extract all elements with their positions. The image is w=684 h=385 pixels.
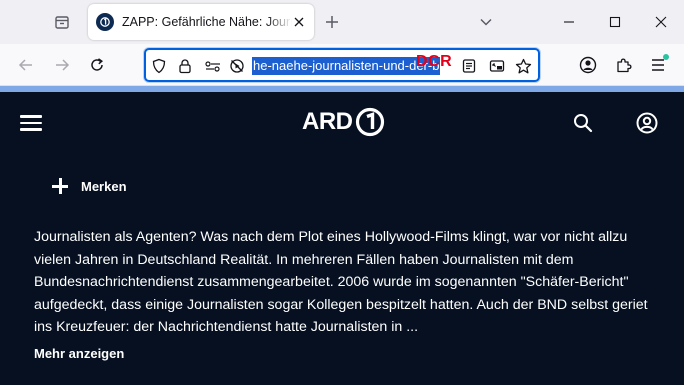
reload-icon — [91, 58, 104, 71]
show-more-link[interactable]: Mehr anzeigen — [34, 346, 124, 361]
app-menu-button[interactable] — [644, 51, 672, 79]
arrow-right-icon — [56, 59, 70, 71]
url-text-selected[interactable]: he-naehe-journalisten-und-der-b — [252, 57, 441, 75]
maximize-icon — [609, 16, 621, 28]
plus-icon — [326, 16, 338, 28]
tab-list-icon — [55, 16, 69, 29]
ard-favicon-icon — [96, 13, 114, 31]
bookmark-star-icon[interactable] — [514, 57, 532, 75]
tab-strip: ZAPP: Gefährliche Nähe: Journalisten und… — [0, 0, 684, 44]
extensions-button[interactable] — [610, 51, 638, 79]
autoplay-blocked-icon[interactable] — [228, 57, 246, 75]
account-icon — [579, 56, 597, 74]
reload-button[interactable] — [83, 51, 111, 79]
logo-text: ARD — [302, 108, 353, 135]
tab-title: ZAPP: Gefährliche Nähe: Journalisten und… — [122, 15, 292, 29]
window-minimize-button[interactable] — [546, 0, 592, 44]
puzzle-icon — [617, 58, 632, 73]
window-maximize-button[interactable] — [592, 0, 638, 44]
permissions-icon[interactable] — [204, 57, 222, 75]
user-icon — [636, 112, 658, 134]
reader-view-icon[interactable] — [460, 57, 478, 75]
show-description: Journalisten als Agenten? Was nach dem P… — [34, 229, 648, 336]
list-all-tabs-button[interactable] — [472, 8, 500, 36]
bookmark-label: Merken — [81, 178, 127, 194]
lock-icon[interactable] — [176, 57, 194, 75]
update-badge — [663, 54, 669, 60]
menu-bar — [20, 115, 42, 118]
back-button[interactable] — [12, 51, 40, 79]
ard-page: ARD Merken Journalisten als Agenten? Was… — [0, 92, 684, 385]
close-icon — [294, 17, 304, 27]
arrow-left-icon — [18, 59, 32, 71]
menu-bar — [20, 128, 42, 131]
picture-in-picture-icon[interactable] — [488, 57, 506, 75]
hamburger-menu-icon — [652, 59, 664, 71]
url-bar[interactable]: he-naehe-journalisten-und-der-b DCR — [144, 48, 540, 82]
browser-tab-active[interactable]: ZAPP: Gefährliche Nähe: Journalisten und… — [88, 4, 314, 40]
new-tab-button[interactable] — [318, 8, 346, 36]
tab-list-button[interactable] — [48, 8, 76, 36]
tracking-protection-shield-icon[interactable] — [150, 57, 168, 75]
window-close-button[interactable] — [638, 0, 684, 44]
url-overlay-label: DCR — [416, 53, 453, 70]
chevron-down-icon — [480, 18, 492, 26]
ard-logo[interactable]: ARD — [302, 104, 385, 140]
ard-one-logo-icon — [355, 107, 384, 137]
navigation-toolbar: he-naehe-journalisten-und-der-b DCR — [0, 44, 684, 86]
forward-button[interactable] — [48, 51, 76, 79]
tab-close-button[interactable] — [290, 13, 308, 31]
account-button[interactable] — [574, 51, 602, 79]
site-search-button[interactable] — [570, 110, 596, 136]
bookmark-button[interactable]: Merken — [50, 174, 127, 198]
close-icon — [655, 16, 667, 28]
site-menu-button[interactable] — [20, 112, 46, 134]
menu-bar — [20, 121, 42, 125]
plus-icon — [50, 176, 70, 196]
minimize-icon — [564, 21, 574, 23]
search-icon — [574, 114, 593, 133]
site-profile-button[interactable] — [634, 110, 660, 136]
